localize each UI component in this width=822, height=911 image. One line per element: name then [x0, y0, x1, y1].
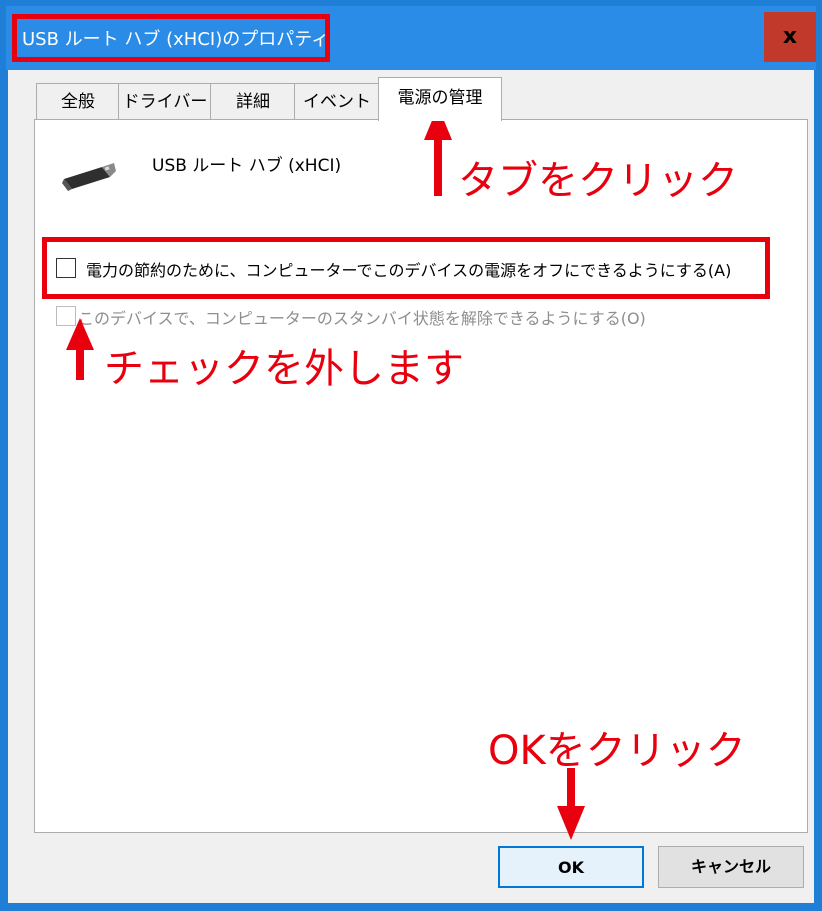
ok-click-annotation: OKをクリック: [488, 728, 746, 774]
tab-driver[interactable]: ドライバー: [118, 83, 212, 119]
power-off-label[interactable]: 電力の節約のために、コンピューターでこのデバイスの電源をオフにできるようにする(…: [86, 257, 731, 281]
ok-button[interactable]: OK: [498, 846, 644, 888]
usb-plug-icon: [62, 163, 116, 191]
tab-details[interactable]: 詳細: [210, 83, 296, 119]
wake-up-label: このデバイスで、コンピューターのスタンバイ状態を解除できるようにする(O): [78, 309, 646, 328]
cancel-button[interactable]: キャンセル: [658, 846, 804, 888]
window-title: USB ルート ハブ (xHCI)のプロパティ: [22, 29, 330, 50]
tab-general[interactable]: 全般: [36, 83, 120, 119]
arrow-down-icon: [557, 768, 585, 840]
tab-click-annotation: タブをクリック: [458, 158, 738, 204]
tab-events[interactable]: イベント: [294, 83, 380, 119]
uncheck-annotation: チェックを外します: [104, 346, 464, 392]
device-name: USB ルート ハブ (xHCI): [152, 156, 342, 176]
arrow-up-icon: [66, 318, 94, 380]
tab-power-management[interactable]: 電源の管理: [378, 77, 502, 121]
power-off-checkbox[interactable]: [56, 258, 76, 278]
close-button[interactable]: x: [764, 12, 816, 62]
